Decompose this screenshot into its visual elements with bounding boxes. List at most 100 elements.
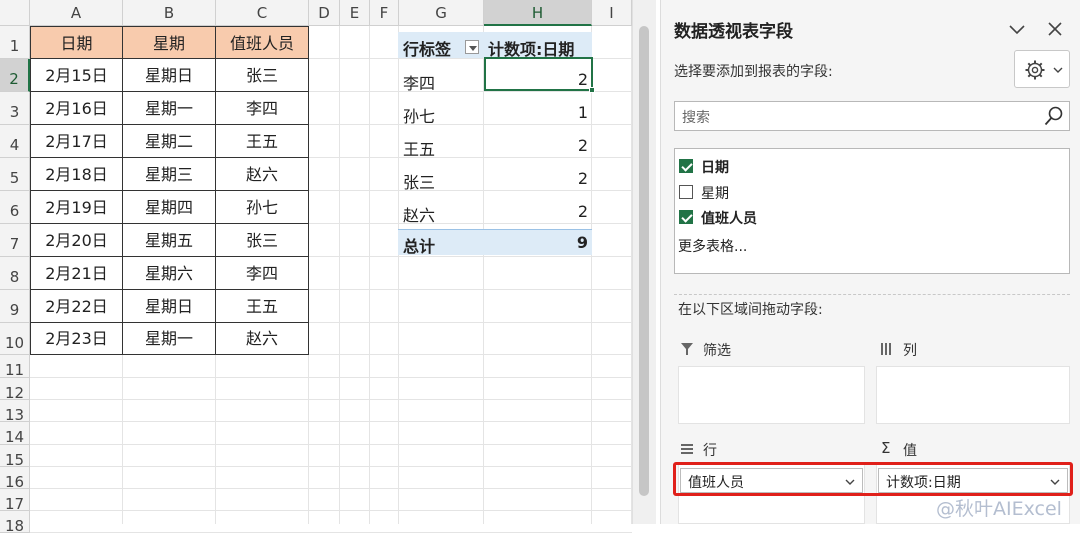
table-cell[interactable]: 星期二 xyxy=(123,125,216,158)
fill-handle[interactable] xyxy=(589,87,595,93)
header-date[interactable]: 日期 xyxy=(30,26,123,59)
pivot-row-value[interactable]: 2 xyxy=(540,169,588,188)
row-header-14[interactable]: 14 xyxy=(0,422,30,446)
grid-col-line xyxy=(591,26,592,524)
pivot-row-label[interactable]: 赵六 xyxy=(403,202,435,226)
pivot-row-value[interactable]: 2 xyxy=(540,202,588,221)
pivot-filter-dropdown[interactable] xyxy=(465,40,479,54)
active-cell-selection[interactable] xyxy=(484,57,593,91)
column-header-h[interactable]: H xyxy=(484,0,592,26)
table-cell[interactable]: 赵六 xyxy=(216,158,309,191)
column-header-a[interactable]: A xyxy=(30,0,123,26)
pivot-row-value[interactable]: 1 xyxy=(540,103,588,122)
row-header-9[interactable]: 9 xyxy=(0,290,30,323)
table-cell[interactable]: 2月15日 xyxy=(30,59,123,92)
table-cell[interactable]: 星期日 xyxy=(123,59,216,92)
filter-icon xyxy=(681,343,693,355)
table-cell[interactable]: 李四 xyxy=(216,92,309,125)
column-header-g[interactable]: G xyxy=(399,0,484,26)
row-header-5[interactable]: 5 xyxy=(0,158,30,191)
row-header-17[interactable]: 17 xyxy=(0,489,30,513)
search-placeholder: 搜索 xyxy=(682,110,710,126)
header-staff[interactable]: 值班人员 xyxy=(216,26,309,59)
pivot-row-value[interactable]: 2 xyxy=(540,136,588,155)
table-cell[interactable]: 王五 xyxy=(216,125,309,158)
table-cell[interactable]: 2月17日 xyxy=(30,125,123,158)
column-header-f[interactable]: F xyxy=(370,0,399,26)
table-cell[interactable]: 2月19日 xyxy=(30,191,123,224)
field-search-input[interactable] xyxy=(674,101,1070,131)
tools-button[interactable] xyxy=(1014,50,1070,88)
column-header-b[interactable]: B xyxy=(123,0,216,26)
table-cell[interactable]: 孙七 xyxy=(216,191,309,224)
more-tables-link[interactable]: 更多表格... xyxy=(678,236,747,256)
scrollbar-thumb[interactable] xyxy=(639,26,649,496)
table-cell[interactable]: 2月16日 xyxy=(30,92,123,125)
table-cell[interactable]: 赵六 xyxy=(216,323,309,355)
row-header-11[interactable]: 11 xyxy=(0,355,30,379)
table-cell[interactable]: 2月22日 xyxy=(30,290,123,323)
pane-options-button[interactable] xyxy=(1007,19,1027,39)
rows-area-label: 行 xyxy=(703,443,717,459)
filter-drop-zone[interactable] xyxy=(678,366,865,424)
row-header-6[interactable]: 6 xyxy=(0,191,30,224)
table-cell[interactable]: 星期一 xyxy=(123,323,216,355)
table-cell[interactable]: 2月21日 xyxy=(30,257,123,290)
row-header-7[interactable]: 7 xyxy=(0,224,30,257)
field-checkbox-date[interactable] xyxy=(679,159,693,173)
grid-col-line xyxy=(483,26,484,524)
table-cell[interactable]: 星期三 xyxy=(123,158,216,191)
pivot-row-label[interactable]: 张三 xyxy=(403,169,435,193)
filter-area-label: 筛选 xyxy=(703,343,731,359)
field-checkbox-weekday[interactable] xyxy=(679,185,693,199)
row-header-8[interactable]: 8 xyxy=(0,257,30,290)
table-cell[interactable]: 2月20日 xyxy=(30,224,123,257)
grid-row-line xyxy=(30,488,632,489)
field-checkbox-staff[interactable] xyxy=(679,210,693,224)
table-cell[interactable]: 星期五 xyxy=(123,224,216,257)
search-icon[interactable] xyxy=(1043,105,1065,127)
table-cell[interactable]: 星期一 xyxy=(123,92,216,125)
table-cell[interactable]: 星期日 xyxy=(123,290,216,323)
pivot-row-label[interactable]: 孙七 xyxy=(403,103,435,127)
column-header-e[interactable]: E xyxy=(340,0,370,26)
table-cell[interactable]: 星期六 xyxy=(123,257,216,290)
pane-close-button[interactable] xyxy=(1045,19,1065,39)
field-label: 星期 xyxy=(701,186,729,202)
row-header-15[interactable]: 15 xyxy=(0,445,30,469)
grid-row-line xyxy=(30,444,632,445)
columns-drop-zone[interactable] xyxy=(876,366,1070,424)
pivot-row-label[interactable]: 王五 xyxy=(403,136,435,160)
drag-fields-label: 在以下区域间拖动字段: xyxy=(678,302,823,318)
columns-icon xyxy=(881,343,891,355)
row-header-2[interactable]: 2 xyxy=(0,59,30,92)
table-cell[interactable]: 王五 xyxy=(216,290,309,323)
table-cell[interactable]: 张三 xyxy=(216,59,309,92)
row-header-3[interactable]: 3 xyxy=(0,92,30,125)
table-cell[interactable]: 2月23日 xyxy=(30,323,123,355)
row-header-18[interactable]: 18 xyxy=(0,511,30,535)
table-cell[interactable]: 李四 xyxy=(216,257,309,290)
grid-row-line xyxy=(30,466,632,467)
gear-icon xyxy=(1025,60,1045,80)
column-header-d[interactable]: D xyxy=(309,0,340,26)
header-weekday[interactable]: 星期 xyxy=(123,26,216,59)
row-header-12[interactable]: 12 xyxy=(0,378,30,402)
row-header-13[interactable]: 13 xyxy=(0,400,30,424)
table-cell[interactable]: 张三 xyxy=(216,224,309,257)
pane-subtitle: 选择要添加到报表的字段: xyxy=(674,64,833,80)
values-area-label: 值 xyxy=(903,443,917,459)
column-header-c[interactable]: C xyxy=(216,0,309,26)
row-header-10[interactable]: 10 xyxy=(0,323,30,355)
table-cell[interactable]: 2月18日 xyxy=(30,158,123,191)
row-header-1[interactable]: 1 xyxy=(0,26,30,59)
column-header-i[interactable]: I xyxy=(592,0,632,26)
table-cell[interactable]: 星期四 xyxy=(123,191,216,224)
row-header-16[interactable]: 16 xyxy=(0,467,30,491)
grid-col-line xyxy=(369,26,370,524)
pivot-row-label-header: 行标签 xyxy=(403,40,452,59)
select-all-corner[interactable] xyxy=(0,0,30,26)
row-header-4[interactable]: 4 xyxy=(0,125,30,158)
pivot-row-label[interactable]: 李四 xyxy=(403,70,435,94)
grid-row-line xyxy=(30,421,632,422)
